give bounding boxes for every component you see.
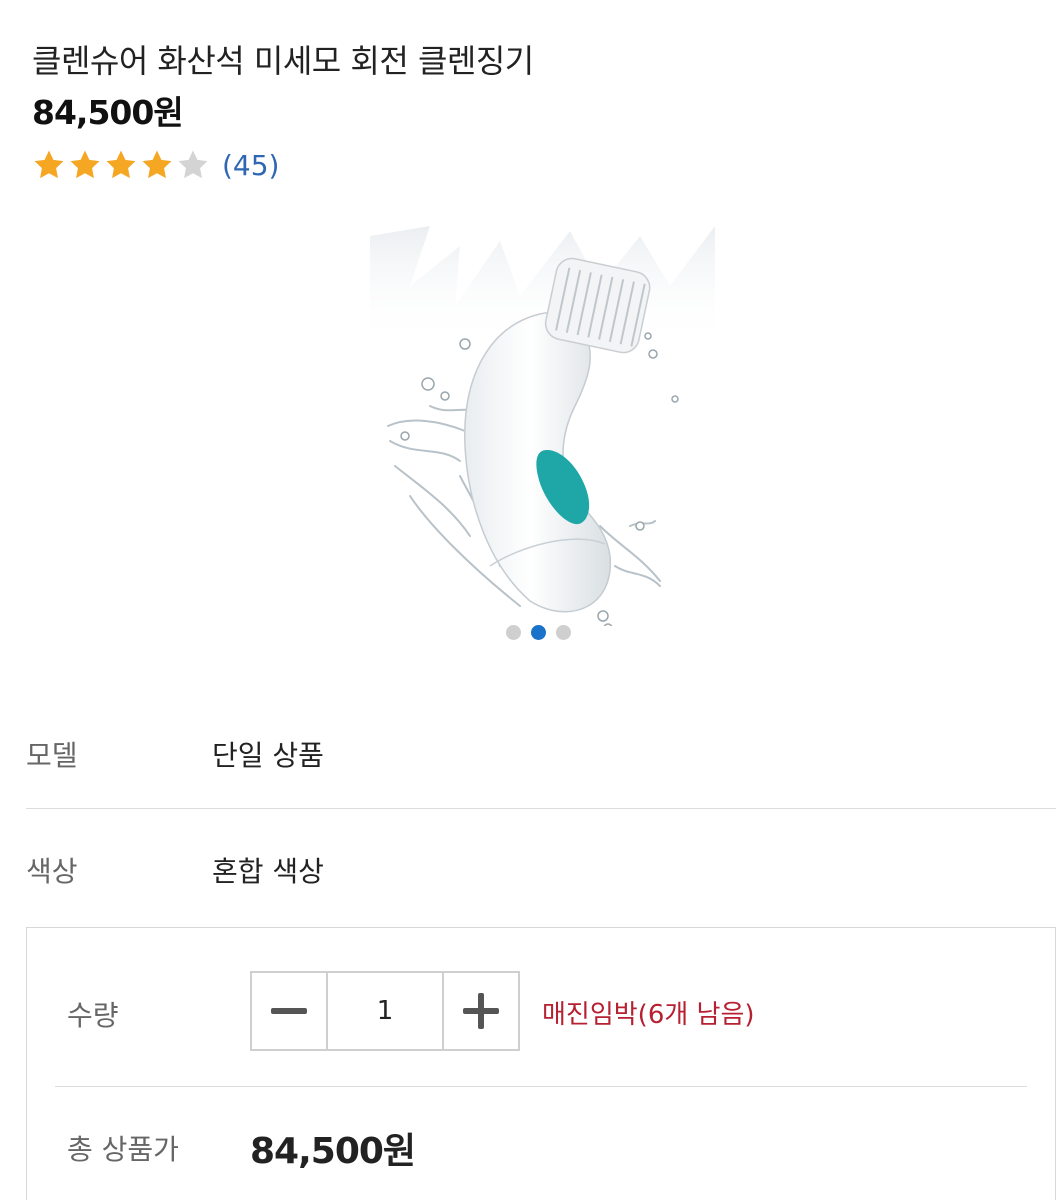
minus-icon [271, 1008, 307, 1014]
product-price: 84,500원 [32, 93, 184, 132]
star-empty-icon [176, 148, 212, 182]
rating[interactable]: (45) [32, 148, 279, 182]
star-icon [140, 148, 176, 182]
facial-cleansing-brush-icon [370, 226, 715, 626]
carousel-dot-active[interactable] [531, 625, 546, 640]
star-icon [32, 148, 68, 182]
option-label: 색상 [26, 855, 78, 888]
plus-icon [463, 993, 499, 1029]
quantity-stepper[interactable]: 1 [250, 971, 520, 1051]
total-price-label: 총 상품가 [67, 1133, 179, 1166]
decrease-quantity-button[interactable] [252, 973, 328, 1049]
product-title: 클렌슈어 화산석 미세모 회전 클렌징기 [32, 42, 534, 80]
option-value[interactable]: 단일 상품 [212, 734, 324, 774]
option-value[interactable]: 혼합 색상 [212, 850, 324, 890]
carousel-dot[interactable] [506, 625, 521, 640]
star-icon [68, 148, 104, 182]
carousel-indicator [506, 625, 571, 640]
quantity-label: 수량 [67, 999, 119, 1032]
carousel-dot[interactable] [556, 625, 571, 640]
product-image[interactable] [370, 226, 715, 626]
star-icon [104, 148, 140, 182]
total-price: 84,500원 [250, 1131, 416, 1172]
order-summary: 수량 1 매진임박(6개 남음) 총 상품가 84,500원 [26, 927, 1056, 1200]
review-count-link[interactable]: (45) [222, 149, 279, 182]
increase-quantity-button[interactable] [442, 973, 518, 1049]
option-label: 모델 [26, 739, 78, 772]
divider [26, 808, 1056, 809]
star-rating [32, 148, 212, 182]
quantity-input[interactable]: 1 [328, 973, 442, 1049]
stock-warning: 매진임박(6개 남음) [542, 1000, 755, 1030]
divider [55, 1086, 1027, 1087]
